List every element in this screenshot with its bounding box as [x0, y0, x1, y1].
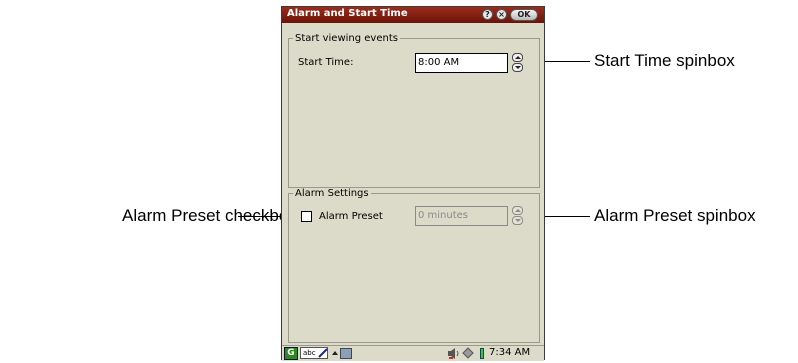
spin-down-icon[interactable] — [512, 216, 523, 225]
alarm-settings-legend: Alarm Settings — [295, 188, 369, 199]
callout-alarm-preset-spinbox: Alarm Preset spinbox — [594, 206, 756, 225]
battery-icon[interactable] — [480, 348, 484, 359]
callout-start-time-spinbox: Start Time spinbox — [594, 51, 735, 70]
alarm-preset-spinbox[interactable]: 0 minutes — [415, 206, 508, 226]
start-menu-icon[interactable]: G — [284, 347, 298, 360]
speaker-icon[interactable] — [448, 348, 460, 359]
clock[interactable]: 7:34 AM — [489, 347, 530, 358]
ok-button[interactable]: OK — [510, 9, 538, 21]
dialog-titlebar: Alarm and Start Time ? × OK — [282, 7, 544, 23]
spin-down-icon[interactable] — [512, 63, 523, 72]
spin-up-icon[interactable] — [512, 206, 523, 215]
help-icon[interactable]: ? — [482, 9, 493, 20]
network-icon[interactable] — [462, 347, 474, 359]
spin-up-icon[interactable] — [512, 53, 523, 62]
start-time-spinbox[interactable]: 8:00 AM — [415, 53, 508, 73]
start-time-spin-buttons[interactable] — [512, 53, 523, 73]
taskbar: G abc 7:34 AM — [282, 345, 544, 361]
pencil-icon — [318, 348, 328, 358]
close-icon[interactable]: × — [496, 9, 507, 20]
alarm-preset-checkbox[interactable] — [301, 211, 312, 222]
input-menu-arrow-icon[interactable] — [332, 351, 338, 355]
dialog-title: Alarm and Start Time — [287, 8, 408, 19]
start-viewing-events-legend: Start viewing events — [295, 33, 398, 44]
keyboard-icon[interactable] — [340, 348, 352, 359]
alarm-start-time-dialog: Alarm and Start Time ? × OK Start viewin… — [281, 6, 545, 361]
start-time-label: Start Time: — [298, 57, 354, 68]
alarm-preset-spin-buttons[interactable] — [512, 206, 523, 226]
alarm-preset-label: Alarm Preset — [319, 211, 383, 222]
